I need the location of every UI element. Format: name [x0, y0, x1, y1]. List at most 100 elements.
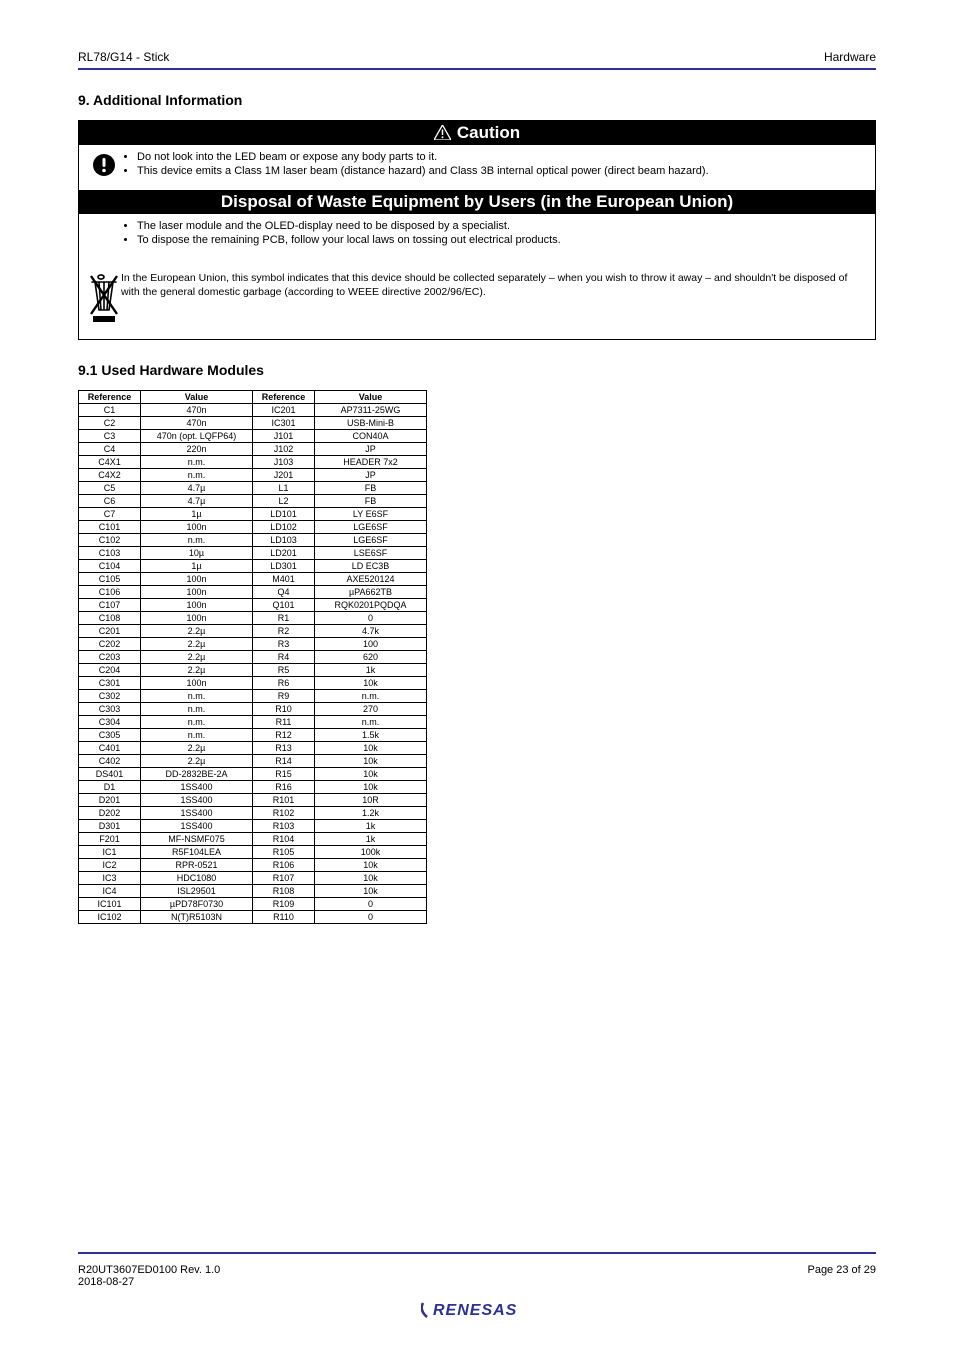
table-row: IC102N(T)R5103NR1100: [79, 910, 427, 923]
table-cell: 100n: [141, 676, 253, 689]
table-cell: L2: [253, 494, 315, 507]
table-row: C303n.m.R10270: [79, 702, 427, 715]
table-cell: J101: [253, 429, 315, 442]
table-row: C2470nIC301USB-Mini-B: [79, 416, 427, 429]
weee-text: In the European Union, this symbol indic…: [121, 272, 867, 299]
table-cell: R3: [253, 637, 315, 650]
table-cell: C401: [79, 741, 141, 754]
table-cell: J201: [253, 468, 315, 481]
table-cell: 2.2µ: [141, 663, 253, 676]
table-row: C2032.2µR4620: [79, 650, 427, 663]
table-cell: LD201: [253, 546, 315, 559]
table-cell: LD101: [253, 507, 315, 520]
table-cell: 1k: [315, 819, 427, 832]
footer-docnum: R20UT3607ED0100 Rev. 1.0: [78, 1264, 220, 1276]
table-cell: 10k: [315, 676, 427, 689]
table-cell: 100n: [141, 598, 253, 611]
table-cell: C107: [79, 598, 141, 611]
table-cell: 1µ: [141, 507, 253, 520]
table-row: DS401DD-2832BE-2AR1510k: [79, 767, 427, 780]
table-cell: n.m.: [315, 689, 427, 702]
table-cell: 0: [315, 910, 427, 923]
table-cell: 10k: [315, 884, 427, 897]
table-cell: 620: [315, 650, 427, 663]
table-cell: 10µ: [141, 546, 253, 559]
table-cell: RQK0201PQDQA: [315, 598, 427, 611]
table-row: C1470nIC201AP7311-25WG: [79, 403, 427, 416]
disposal-item: The laser module and the OLED-display ne…: [137, 220, 867, 232]
table-cell: MF-NSMF075: [141, 832, 253, 845]
table-cell: FB: [315, 494, 427, 507]
table-cell: M401: [253, 572, 315, 585]
table-cell: 0: [315, 611, 427, 624]
table-cell: 1SS400: [141, 793, 253, 806]
table-cell: 2.2µ: [141, 741, 253, 754]
table-cell: L1: [253, 481, 315, 494]
table-cell: R15: [253, 767, 315, 780]
table-cell: 10k: [315, 871, 427, 884]
hardware-modules-table: Reference Value Reference Value C1470nIC…: [78, 390, 427, 924]
table-cell: R6: [253, 676, 315, 689]
table-cell: J103: [253, 455, 315, 468]
table-cell: R4: [253, 650, 315, 663]
section-title: 9. Additional Information: [78, 92, 876, 108]
table-cell: D201: [79, 793, 141, 806]
table-row: IC3HDC1080R10710k: [79, 871, 427, 884]
table-cell: C105: [79, 572, 141, 585]
table-cell: FB: [315, 481, 427, 494]
table-cell: 1SS400: [141, 806, 253, 819]
table-cell: 270: [315, 702, 427, 715]
table-row: C3470n (opt. LQFP64)J101CON40A: [79, 429, 427, 442]
table-cell: µPA662TB: [315, 585, 427, 598]
table-cell: 2.2µ: [141, 650, 253, 663]
table-row: C305n.m.R121.5k: [79, 728, 427, 741]
table-cell: 1µ: [141, 559, 253, 572]
table-cell: 10R: [315, 793, 427, 806]
table-cell: 1.2k: [315, 806, 427, 819]
table-cell: C7: [79, 507, 141, 520]
table-cell: LD102: [253, 520, 315, 533]
table-cell: C402: [79, 754, 141, 767]
table-cell: ISL29501: [141, 884, 253, 897]
table-row: C4012.2µR1310k: [79, 741, 427, 754]
table-row: IC4ISL29501R10810k: [79, 884, 427, 897]
table-cell: R101: [253, 793, 315, 806]
table-row: C302n.m.R9n.m.: [79, 689, 427, 702]
table-row: D11SS400R1610k: [79, 780, 427, 793]
table-cell: AP7311-25WG: [315, 403, 427, 416]
table-cell: HEADER 7x2: [315, 455, 427, 468]
table-cell: C203: [79, 650, 141, 663]
table-row: C54.7µL1FB: [79, 481, 427, 494]
table-row: C64.7µL2FB: [79, 494, 427, 507]
table-cell: 470n (opt. LQFP64): [141, 429, 253, 442]
table-row: C2012.2µR24.7k: [79, 624, 427, 637]
table-row: C2022.2µR3100: [79, 637, 427, 650]
table-cell: D1: [79, 780, 141, 793]
caution-box: Caution Do not look into the LED beam or…: [78, 120, 876, 340]
table-cell: 1SS400: [141, 780, 253, 793]
caution-list: Do not look into the LED beam or expose …: [121, 151, 867, 177]
table-row: F201MF-NSMF075R1041k: [79, 832, 427, 845]
table-cell: C5: [79, 481, 141, 494]
table-cell: C4: [79, 442, 141, 455]
table-cell: 2.2µ: [141, 624, 253, 637]
table-cell: 1SS400: [141, 819, 253, 832]
table-cell: IC201: [253, 403, 315, 416]
table-cell: C103: [79, 546, 141, 559]
table-cell: 100: [315, 637, 427, 650]
footer-page: Page 23 of 29: [807, 1264, 876, 1276]
table-row: C71µLD101LY E6SF: [79, 507, 427, 520]
table-cell: CON40A: [315, 429, 427, 442]
table-cell: 4.7µ: [141, 494, 253, 507]
table-row: C4X2n.m.J201JP: [79, 468, 427, 481]
table-cell: 1k: [315, 663, 427, 676]
table-cell: Q101: [253, 598, 315, 611]
table-cell: 10k: [315, 754, 427, 767]
table-cell: 100n: [141, 520, 253, 533]
table-cell: IC2: [79, 858, 141, 871]
caution-item: Do not look into the LED beam or expose …: [137, 151, 867, 163]
table-row: IC101µPD78F0730R1090: [79, 897, 427, 910]
table-cell: R1: [253, 611, 315, 624]
table-cell: C6: [79, 494, 141, 507]
table-cell: n.m.: [141, 533, 253, 546]
